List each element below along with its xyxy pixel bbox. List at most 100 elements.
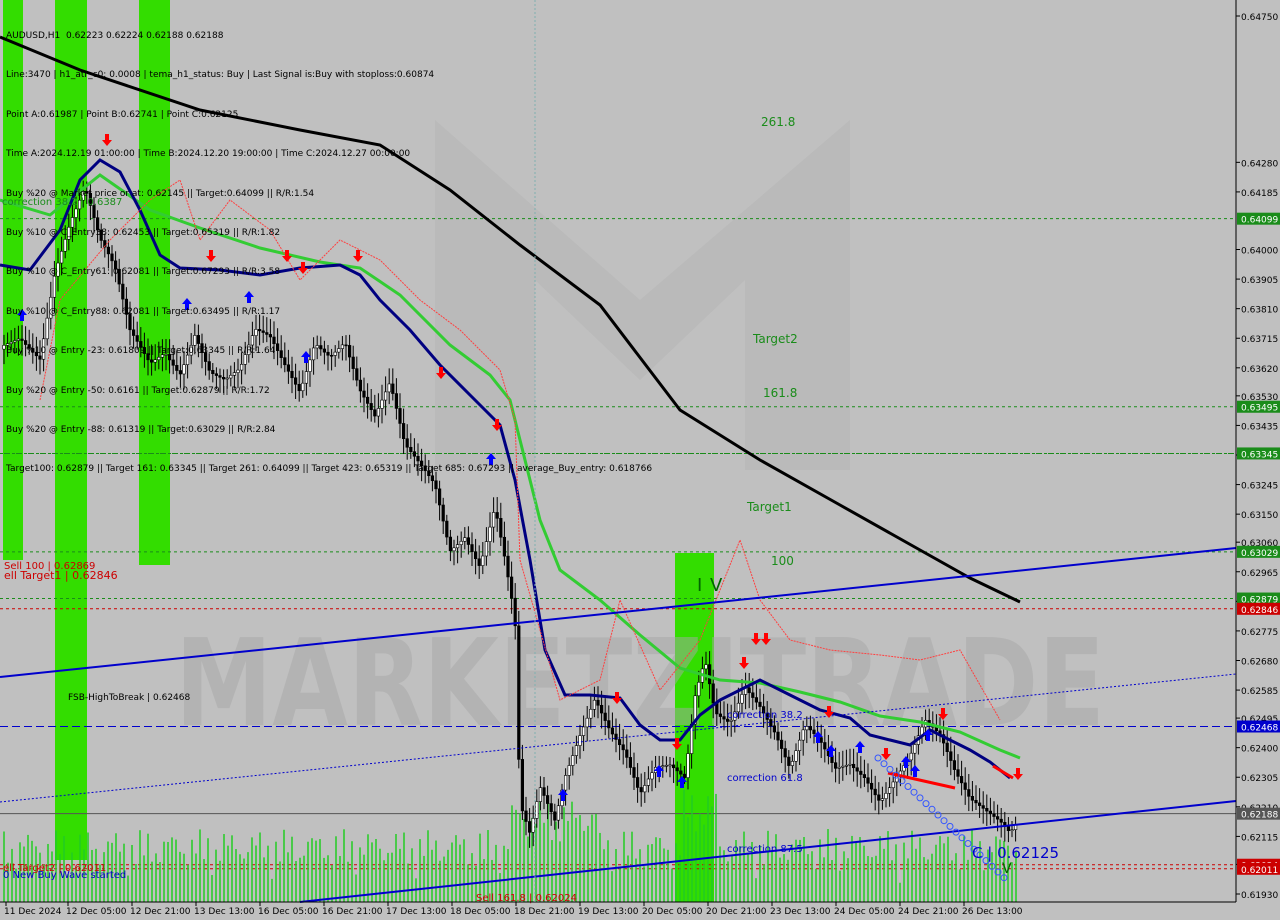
candle-body (639, 787, 643, 793)
wave-iv-label: I (697, 575, 702, 596)
symbol-line: AUDUSD,H1 0.62223 0.62224 0.62188 0.6218… (6, 31, 224, 41)
y-tick-label: 0.64280 (1241, 159, 1278, 169)
candle-body (801, 729, 805, 741)
candle-body (909, 752, 913, 761)
candle-body (891, 781, 895, 789)
level-tag-label: 0.63029 (1241, 549, 1278, 559)
candle-body (851, 763, 856, 769)
x-tick-label: 16 Dec 21:00 (322, 907, 383, 917)
x-tick-label: 19 Dec 13:00 (578, 907, 639, 917)
fsb-label: FSB-HighToBreak | 0.62468 (68, 693, 190, 703)
candle-body (779, 739, 784, 749)
candle-body (445, 520, 449, 538)
candle-body (952, 760, 956, 770)
candle-body (686, 753, 690, 778)
info-line: Buy %10 @ Entry -23: 0.61809 || Target:0… (6, 346, 276, 357)
candle-body (873, 788, 877, 796)
candle-body (437, 488, 442, 506)
y-tick-label: 0.63715 (1241, 335, 1278, 345)
candle-body (758, 701, 762, 707)
candle-body (859, 770, 863, 775)
candle-body (668, 764, 672, 767)
y-tick-label: 0.63245 (1241, 482, 1278, 492)
level-tag-label: 0.62846 (1241, 606, 1278, 616)
projection-dot (940, 817, 948, 825)
candle-body (995, 816, 1000, 820)
x-tick-label: 20 Dec 21:00 (706, 907, 767, 917)
y-tick-label: 0.63620 (1241, 365, 1278, 375)
level-tag-label: 0.63495 (1241, 404, 1278, 414)
candle-body (956, 769, 960, 777)
candle-body (617, 739, 622, 746)
fib-100-label: 100 (771, 554, 794, 568)
candle-body (542, 787, 546, 796)
candle-body (481, 555, 485, 566)
candle-body (992, 813, 996, 817)
candle-body (509, 576, 514, 599)
projection-dot (904, 783, 912, 790)
candle-body (1006, 826, 1010, 831)
candle-body (596, 699, 600, 706)
fib-161-label: 161.8 (763, 386, 797, 400)
candle-body (722, 716, 726, 720)
wave-v-label: V (710, 575, 723, 596)
candle-body (772, 725, 776, 733)
x-tick-label: 13 Dec 13:00 (194, 907, 255, 917)
projection-dot (934, 811, 942, 819)
candle-body (963, 782, 967, 790)
info-line: Buy %10 @ C_Entry88: 0.62081 || Target:0… (6, 306, 281, 317)
candle-body (841, 765, 845, 768)
candle-body (513, 597, 517, 627)
candle-body (484, 541, 489, 557)
candle-body (697, 681, 701, 697)
candle-body (581, 726, 586, 736)
correction-875-label: correction 87.5 (727, 844, 803, 855)
candle-body (571, 755, 575, 766)
candle-body (441, 504, 445, 522)
point-c-label: C | 0.62125 (972, 844, 1059, 862)
y-tick-label: 0.62305 (1241, 774, 1278, 784)
candle-body (466, 537, 471, 545)
projection-dot (874, 754, 882, 762)
candle-body (628, 757, 632, 768)
candle-body (1010, 829, 1014, 831)
candle-body (531, 818, 535, 833)
buy-arrow (558, 789, 568, 801)
candle-body (452, 547, 456, 552)
candle-body (776, 731, 780, 741)
y-tick-label: 0.64000 (1241, 247, 1278, 257)
candle-body (959, 776, 964, 784)
info-line: Target100: 0.62879 || Target 161: 0.6334… (6, 464, 653, 475)
candle-body (877, 794, 881, 801)
candle-body (2, 344, 6, 350)
candle-body (538, 787, 542, 802)
candle-body (520, 759, 524, 812)
x-tick-label: 12 Dec 21:00 (130, 907, 191, 917)
y-tick-label: 0.62680 (1241, 657, 1278, 667)
candle-body (470, 544, 474, 553)
info-line: Buy %20 @ Market price or at: 0.62145 ||… (6, 188, 315, 199)
candle-body (747, 687, 751, 694)
candle-body (787, 756, 791, 766)
candle-body (880, 798, 884, 801)
y-tick-label: 0.64750 (1241, 13, 1278, 23)
projection-dot (928, 805, 936, 813)
level-tag-label: 0.62188 (1241, 811, 1278, 821)
candle-body (646, 778, 650, 786)
candle-body (459, 540, 463, 545)
candle-body (549, 803, 553, 813)
x-tick-label: 20 Dec 05:00 (642, 907, 703, 917)
projection-dot (922, 800, 930, 808)
candle-body (567, 765, 571, 776)
projection-dot (910, 788, 918, 796)
candle-body (455, 544, 460, 549)
candle-body (535, 801, 539, 819)
candle-body (805, 726, 809, 731)
candle-body (614, 733, 618, 740)
target2-label: Target2 (752, 332, 798, 346)
candle-body (704, 664, 708, 670)
candle-body (794, 750, 798, 762)
info-panel: AUDUSD,H1 0.62223 0.62224 0.62188 0.6218… (6, 4, 652, 490)
candle-body (823, 742, 827, 750)
x-tick-label: 24 Dec 21:00 (898, 907, 959, 917)
